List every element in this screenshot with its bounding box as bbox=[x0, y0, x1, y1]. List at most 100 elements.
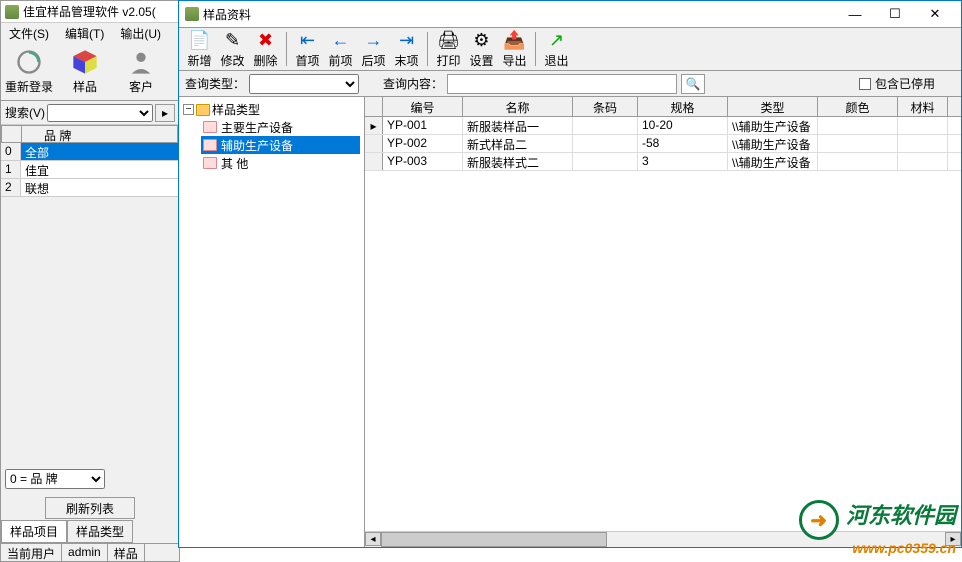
main-statusbar: 当前用户 admin 样品 bbox=[1, 543, 179, 561]
export-icon: 📤 bbox=[503, 30, 525, 52]
data-grid: 编号 名称 条码 规格 类型 颜色 材料 ▸ YP-001 新服装样品一 10-… bbox=[365, 97, 961, 171]
table-row[interactable]: YP-002 新式样品二 -58 \\辅助生产设备 bbox=[365, 135, 961, 153]
settings-icon: ⚙ bbox=[473, 30, 489, 52]
status-user-label: 当前用户 bbox=[1, 544, 62, 561]
main-title: 佳宜样品管理软件 v2.05( bbox=[23, 3, 156, 20]
folder-icon bbox=[196, 104, 210, 116]
sub-titlebar: 样品资料 — ☐ ✕ bbox=[179, 1, 961, 27]
main-bottom-controls: 0 = 品 牌 刷新列表 bbox=[5, 469, 175, 523]
last-icon: ⇥ bbox=[399, 30, 414, 52]
bottom-tabs: 样品项目 样品类型 bbox=[1, 520, 133, 543]
search-label: 搜索(V) bbox=[5, 104, 45, 121]
col-id[interactable]: 编号 bbox=[383, 97, 463, 116]
tab-sample-items[interactable]: 样品项目 bbox=[1, 520, 67, 543]
search-go-button[interactable]: ▸ bbox=[155, 104, 175, 122]
menu-edit[interactable]: 编辑(T) bbox=[61, 25, 108, 42]
exit-icon: ↗ bbox=[549, 30, 564, 52]
main-window: 佳宜样品管理软件 v2.05( 文件(S) 编辑(T) 输出(U) 重新登录 样… bbox=[0, 0, 180, 562]
print-button[interactable]: 🖨打印 bbox=[432, 29, 465, 69]
main-menubar: 文件(S) 编辑(T) 输出(U) bbox=[1, 23, 179, 43]
maximize-button[interactable]: ☐ bbox=[875, 3, 915, 25]
first-icon: ⇤ bbox=[300, 30, 315, 52]
brand-header: 品 牌 bbox=[1, 125, 179, 143]
table-row[interactable]: YP-003 新服装样式二 3 \\辅助生产设备 bbox=[365, 153, 961, 171]
status-user-value: admin bbox=[62, 544, 108, 561]
settings-button[interactable]: ⚙设置 bbox=[465, 29, 498, 69]
col-type[interactable]: 类型 bbox=[728, 97, 818, 116]
tab-sample-types[interactable]: 样品类型 bbox=[67, 520, 133, 543]
main-titlebar: 佳宜样品管理软件 v2.05( bbox=[1, 1, 179, 23]
tree-item[interactable]: 其 他 bbox=[201, 154, 360, 172]
sub-toolbar: 📄新增 ✎修改 ✖删除 ⇤首项 ←前项 →后项 ⇥末项 🖨打印 ⚙设置 📤导出 … bbox=[179, 27, 961, 71]
query-content-input[interactable] bbox=[447, 74, 677, 94]
delete-icon: ✖ bbox=[258, 30, 273, 52]
customer-button[interactable]: 客户 bbox=[113, 43, 169, 100]
checkbox-icon bbox=[859, 78, 871, 90]
delete-button[interactable]: ✖删除 bbox=[249, 29, 282, 69]
horizontal-scrollbar[interactable]: ◂ ▸ bbox=[365, 531, 961, 547]
query-row: 查询类型： 查询内容： 🔍 包含已停用 bbox=[179, 71, 961, 97]
next-button[interactable]: →后项 bbox=[357, 29, 390, 69]
col-barcode[interactable]: 条码 bbox=[573, 97, 638, 116]
prev-icon: ← bbox=[332, 30, 350, 52]
sub-app-icon bbox=[185, 7, 199, 21]
leaf-icon bbox=[203, 139, 217, 151]
minimize-button[interactable]: — bbox=[835, 3, 875, 25]
grid-header: 编号 名称 条码 规格 类型 颜色 材料 bbox=[365, 97, 961, 117]
new-icon: 📄 bbox=[188, 30, 210, 52]
export-button[interactable]: 📤导出 bbox=[498, 29, 531, 69]
prev-button[interactable]: ←前项 bbox=[324, 29, 357, 69]
brand-row[interactable]: 1 佳宜 bbox=[1, 161, 179, 179]
sub-body: − 样品类型 主要生产设备 辅助生产设备 其 他 bbox=[179, 97, 961, 547]
tree-item[interactable]: 主要生产设备 bbox=[201, 118, 360, 136]
menu-file[interactable]: 文件(S) bbox=[5, 25, 53, 42]
first-button[interactable]: ⇤首项 bbox=[291, 29, 324, 69]
scroll-thumb[interactable] bbox=[381, 532, 607, 547]
leaf-icon bbox=[203, 121, 217, 133]
col-name[interactable]: 名称 bbox=[463, 97, 573, 116]
window-buttons: — ☐ ✕ bbox=[835, 3, 955, 25]
query-search-button[interactable]: 🔍 bbox=[681, 74, 705, 94]
relogin-button[interactable]: 重新登录 bbox=[1, 43, 57, 100]
close-button[interactable]: ✕ bbox=[915, 3, 955, 25]
collapse-icon[interactable]: − bbox=[183, 104, 194, 115]
app-icon bbox=[5, 5, 19, 19]
menu-output[interactable]: 输出(U) bbox=[116, 25, 165, 42]
brand-row[interactable]: 2 联想 bbox=[1, 179, 179, 197]
col-material[interactable]: 材料 bbox=[898, 97, 948, 116]
search-select[interactable] bbox=[47, 104, 153, 122]
sub-title: 样品资料 bbox=[203, 6, 831, 23]
main-toolbar: 重新登录 样品 客户 bbox=[1, 43, 179, 101]
tree-item[interactable]: 辅助生产设备 bbox=[201, 136, 360, 154]
row-indicator: ▸ bbox=[365, 117, 383, 134]
exit-button[interactable]: ↗退出 bbox=[540, 29, 573, 69]
relogin-icon bbox=[14, 48, 44, 76]
tree-root[interactable]: − 样品类型 bbox=[183, 101, 360, 118]
last-button[interactable]: ⇥末项 bbox=[390, 29, 423, 69]
cube-icon bbox=[70, 48, 100, 76]
query-content-label: 查询内容： bbox=[383, 75, 443, 92]
edit-icon: ✎ bbox=[225, 30, 240, 52]
search-row: 搜索(V) ▸ bbox=[1, 101, 179, 125]
edit-button[interactable]: ✎修改 bbox=[216, 29, 249, 69]
next-icon: → bbox=[365, 30, 383, 52]
scroll-left-button[interactable]: ◂ bbox=[365, 532, 381, 546]
table-row[interactable]: ▸ YP-001 新服装样品一 10-20 \\辅助生产设备 bbox=[365, 117, 961, 135]
brand-row[interactable]: 0 全部 bbox=[1, 143, 179, 161]
new-button[interactable]: 📄新增 bbox=[183, 29, 216, 69]
sample-button[interactable]: 样品 bbox=[57, 43, 113, 100]
include-stopped-checkbox[interactable]: 包含已停用 bbox=[859, 75, 935, 92]
filter-select[interactable]: 0 = 品 牌 bbox=[5, 469, 105, 489]
person-icon bbox=[126, 48, 156, 76]
sample-info-window: 样品资料 — ☐ ✕ 📄新增 ✎修改 ✖删除 ⇤首项 ←前项 →后项 ⇥末项 🖨… bbox=[178, 0, 962, 548]
query-type-select[interactable] bbox=[249, 74, 359, 94]
brand-grid: 0 全部 1 佳宜 2 联想 bbox=[1, 143, 179, 197]
refresh-list-button[interactable]: 刷新列表 bbox=[45, 497, 135, 519]
scroll-right-button[interactable]: ▸ bbox=[945, 532, 961, 546]
data-grid-pane: 编号 名称 条码 规格 类型 颜色 材料 ▸ YP-001 新服装样品一 10-… bbox=[365, 97, 961, 547]
col-color[interactable]: 颜色 bbox=[818, 97, 898, 116]
print-icon: 🖨 bbox=[437, 30, 460, 52]
category-tree: − 样品类型 主要生产设备 辅助生产设备 其 他 bbox=[179, 97, 365, 547]
status-sample: 样品 bbox=[108, 544, 145, 561]
col-spec[interactable]: 规格 bbox=[638, 97, 728, 116]
